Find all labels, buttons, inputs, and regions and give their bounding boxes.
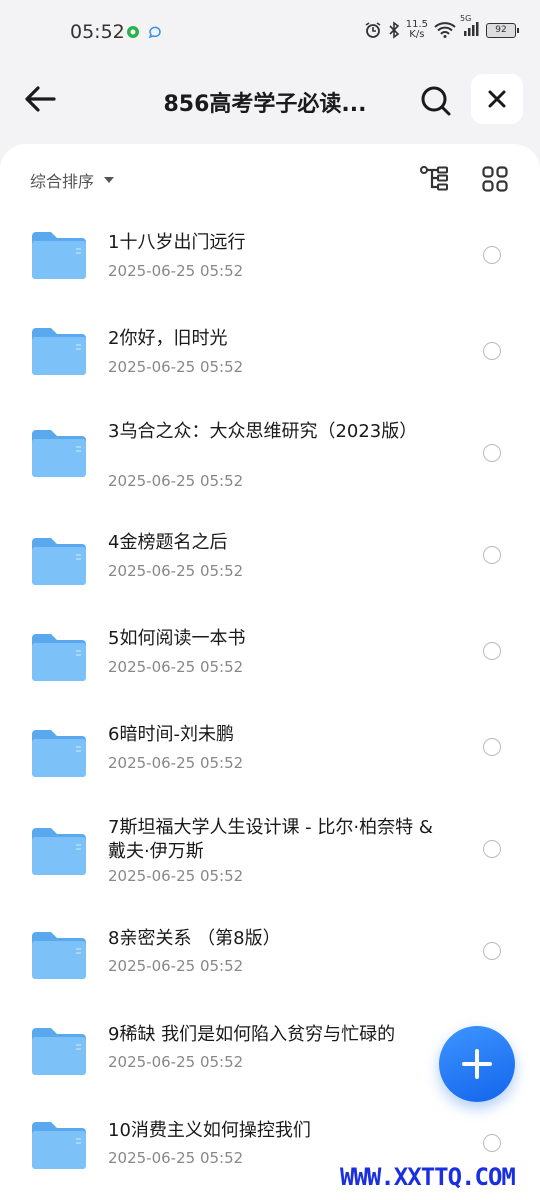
list-item[interactable]: 3乌合之众：大众思维研究（2023版） 2025-06-25 05:52 <box>0 398 540 518</box>
file-name: 6暗时间-刘未鹏 <box>108 724 234 745</box>
battery-indicator: 92 <box>486 22 519 38</box>
select-radio[interactable] <box>483 942 501 960</box>
bluetooth-icon <box>389 21 399 39</box>
list-item[interactable]: 8亲密关系 （第8版） 2025-06-25 05:52 <box>0 910 540 1006</box>
select-radio[interactable] <box>483 1134 501 1152</box>
list-item[interactable]: 5如何阅读一本书 2025-06-25 05:52 <box>0 608 540 704</box>
list-item[interactable]: 7斯坦福大学人生设计课 - 比尔·柏奈特 & 戴夫·伊万斯 2025-06-25… <box>0 800 540 920</box>
search-button[interactable] <box>414 79 458 123</box>
sort-label: 综合排序 <box>30 172 95 191</box>
status-bar: 05:52 11.5 K/s 5G 92 <box>0 0 540 66</box>
list-item[interactable]: 1十八岁出门远行 2025-06-25 05:52 <box>0 206 540 302</box>
file-date: 2025-06-25 05:52 <box>108 262 244 280</box>
alarm-icon <box>365 22 381 38</box>
select-radio[interactable] <box>483 444 501 462</box>
select-radio[interactable] <box>483 840 501 858</box>
net-speed-unit: K/s <box>409 29 425 40</box>
file-name: 2你好，旧时光 <box>108 328 228 349</box>
folder-icon <box>32 634 86 681</box>
page-title: 856高考学子必读... <box>163 92 367 117</box>
plus-icon <box>462 1049 492 1079</box>
file-date: 2025-06-25 05:52 <box>108 658 244 676</box>
grid-view-button[interactable] <box>478 162 512 196</box>
list-item[interactable]: 2你好，旧时光 2025-06-25 05:52 <box>0 302 540 398</box>
watermark: WWW.XXTTQ.COM <box>340 1163 516 1191</box>
folder-icon <box>32 730 86 777</box>
folder-icon <box>32 1028 86 1075</box>
select-radio[interactable] <box>483 642 501 660</box>
grid-view-icon <box>482 166 508 192</box>
arrow-left-icon <box>25 86 56 112</box>
file-date: 2025-06-25 05:52 <box>108 1053 244 1071</box>
close-button[interactable] <box>471 74 523 124</box>
select-radio[interactable] <box>483 342 501 360</box>
file-name: 7斯坦福大学人生设计课 - 比尔·柏奈特 & 戴夫·伊万斯 <box>108 817 433 862</box>
file-name: 3乌合之众：大众思维研究（2023版） <box>108 421 418 442</box>
wifi-icon <box>434 22 456 38</box>
folder-icon <box>32 1122 86 1169</box>
file-date: 2025-06-25 05:52 <box>108 754 244 772</box>
search-icon <box>421 86 451 116</box>
add-button[interactable] <box>439 1026 515 1102</box>
file-date: 2025-06-25 05:52 <box>108 867 244 885</box>
folder-icon <box>32 932 86 979</box>
close-icon <box>488 90 506 108</box>
file-name: 4金榜题名之后 <box>108 532 228 553</box>
net-speed: 11.5 K/s <box>406 20 428 40</box>
tree-view-button[interactable] <box>418 162 452 196</box>
file-name: 10消费主义如何操控我们 <box>108 1120 311 1141</box>
file-date: 2025-06-25 05:52 <box>108 957 244 975</box>
file-date: 2025-06-25 05:52 <box>108 562 244 580</box>
folder-icon <box>32 828 86 875</box>
sort-dropdown[interactable]: 综合排序 <box>30 168 115 192</box>
status-time: 05:52 <box>70 21 125 43</box>
chat-notification-icon <box>148 26 161 39</box>
file-date: 2025-06-25 05:52 <box>108 472 244 490</box>
folder-icon <box>32 232 86 279</box>
select-radio[interactable] <box>483 246 501 264</box>
folder-icon <box>32 538 86 585</box>
chevron-down-icon <box>104 177 115 183</box>
folder-icon <box>32 430 86 477</box>
list-item[interactable]: 6暗时间-刘未鹏 2025-06-25 05:52 <box>0 704 540 800</box>
folder-icon <box>32 328 86 375</box>
file-date: 2025-06-25 05:52 <box>108 358 244 376</box>
file-name: 9稀缺 我们是如何陷入贫穷与忙碌的 <box>108 1024 396 1045</box>
select-radio[interactable] <box>483 546 501 564</box>
file-name: 8亲密关系 （第8版） <box>108 928 281 949</box>
list-item[interactable]: 4金榜题名之后 2025-06-25 05:52 <box>0 512 540 608</box>
file-name: 5如何阅读一本书 <box>108 628 246 649</box>
header: 856高考学子必读... <box>0 66 540 136</box>
cell-signal: 5G <box>460 14 480 40</box>
back-button[interactable] <box>20 79 60 119</box>
select-radio[interactable] <box>483 738 501 756</box>
status-app-icons <box>126 25 162 39</box>
tree-structure-icon <box>420 166 448 191</box>
app-notification-icon <box>127 26 139 38</box>
signal-label: 5G <box>460 14 472 23</box>
file-date: 2025-06-25 05:52 <box>108 1149 244 1167</box>
file-name: 1十八岁出门远行 <box>108 232 246 253</box>
status-right: 11.5 K/s 5G 92 <box>364 14 519 40</box>
